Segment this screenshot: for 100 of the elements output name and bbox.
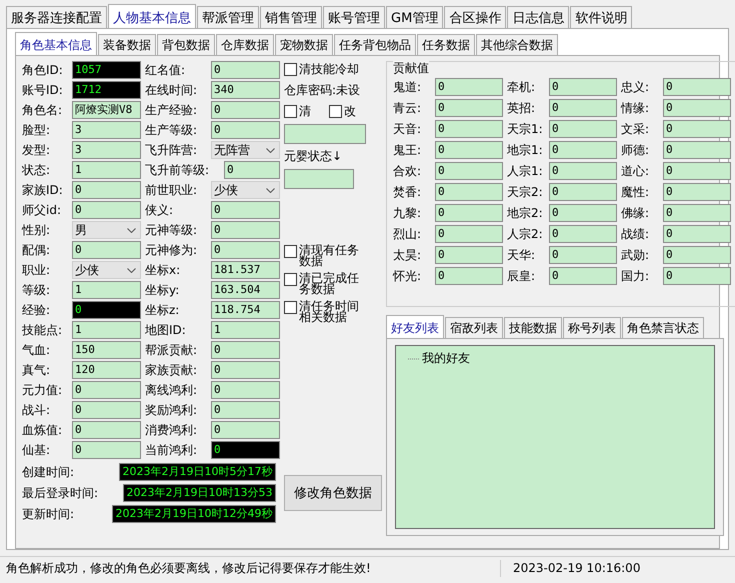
input-field[interactable]: 1 [72,281,141,299]
tab[interactable]: 合区操作 [444,6,506,28]
input-field[interactable]: 0 [72,441,141,459]
tab[interactable]: 宿敌列表 [445,317,503,338]
input-field[interactable]: 0 [72,241,141,259]
input-field[interactable]: 0 [72,401,141,419]
input-field[interactable]: 0 [549,183,617,201]
tab[interactable]: 称号列表 [563,317,621,338]
input-field[interactable]: 150 [72,341,141,359]
tab[interactable]: 帮派管理 [197,6,259,28]
tab[interactable]: 好友列表 [386,315,444,338]
input-field[interactable]: 0 [435,225,503,243]
input-field[interactable]: 0 [663,120,731,138]
checkbox[interactable] [284,301,297,314]
input-field[interactable]: 1057 [72,61,141,79]
input-field[interactable]: 0 [663,225,731,243]
input-field[interactable]: 0 [211,381,280,399]
input-field[interactable]: 1 [211,321,280,339]
input-field[interactable]: 0 [549,120,617,138]
input-field[interactable]: 0 [549,99,617,117]
dropdown[interactable]: 少侠 [211,181,280,199]
input-field[interactable]: 0 [224,161,280,179]
tab[interactable]: 软件说明 [570,6,632,28]
tab[interactable]: 日志信息 [507,6,570,28]
input-field[interactable]: 0 [211,221,280,239]
tab[interactable]: 其他综合数据 [476,34,558,55]
tab[interactable]: 销售管理 [260,6,322,28]
input-field[interactable]: 0 [549,204,617,222]
input-field[interactable]: 0 [211,421,280,439]
input-field[interactable]: 120 [72,361,141,379]
input-field[interactable]: 2023年2月19日10时12分49秒 [112,505,276,523]
input-field[interactable]: 0 [663,246,731,264]
input-field[interactable]: 0 [549,78,617,96]
tab[interactable]: 服务器连接配置 [6,6,107,28]
input-field[interactable]: 0 [435,141,503,159]
input-field[interactable]: 0 [663,204,731,222]
input-field[interactable]: 0 [435,78,503,96]
tab[interactable]: 仓库数据 [216,34,274,55]
checkbox[interactable] [284,63,297,76]
input-field[interactable]: 340 [211,81,280,99]
input-field[interactable]: 2023年2月19日10时5分17秒 [119,463,276,481]
input-field[interactable]: 0 [435,99,503,117]
input-field[interactable]: 阿燎实测V8 [72,101,141,119]
input-field[interactable]: 0 [549,225,617,243]
tab[interactable]: 宠物数据 [275,34,333,55]
tab[interactable]: 角色基本信息 [15,32,97,55]
input-field[interactable]: 0 [211,61,280,79]
input-field[interactable]: 0 [72,301,141,319]
input-field[interactable]: 0 [663,183,731,201]
input-field[interactable]: 0 [211,241,280,259]
input-field[interactable]: 3 [72,141,141,159]
tree-item[interactable]: 我的好友 [422,350,470,367]
checkbox[interactable] [284,273,297,286]
input-field[interactable]: 0 [211,201,280,219]
tab[interactable]: 任务背包物品 [334,34,416,55]
input-field[interactable]: 1 [72,161,141,179]
input-field[interactable]: 1712 [72,81,141,99]
input-field[interactable]: 0 [549,267,617,285]
modify-button[interactable]: 修改角色数据 [284,475,382,511]
input-field[interactable]: 0 [549,141,617,159]
input-field[interactable]: 0 [663,99,731,117]
input-field[interactable]: 0 [211,401,280,419]
input-field[interactable] [284,169,354,189]
input-field[interactable]: 0 [211,101,280,119]
input-field[interactable]: 0 [549,162,617,180]
input-field[interactable]: 0 [72,421,141,439]
input-field[interactable]: 0 [211,121,280,139]
dropdown[interactable]: 少侠 [72,261,141,279]
input-field[interactable]: 0 [435,162,503,180]
tab[interactable]: 角色禁言状态 [622,317,704,338]
input-field[interactable]: 118.754 [211,301,280,319]
input-field[interactable]: 0 [663,267,731,285]
input-field[interactable]: 0 [211,341,280,359]
checkbox[interactable] [329,105,342,118]
input-field[interactable]: 0 [72,381,141,399]
input-field[interactable]: 0 [435,183,503,201]
checkbox[interactable] [284,245,297,258]
input-field[interactable]: 0 [435,120,503,138]
input-field[interactable]: 0 [663,141,731,159]
input-field[interactable]: 2023年2月19日10时13分53 [123,484,276,502]
dropdown[interactable]: 男 [72,221,141,239]
input-field[interactable]: 0 [663,162,731,180]
input-field[interactable]: 0 [435,267,503,285]
input-field[interactable]: 181.537 [211,261,280,279]
tab[interactable]: 背包数据 [157,34,215,55]
tab[interactable]: 账号管理 [323,6,385,28]
input-field[interactable]: 0 [663,78,731,96]
input-field[interactable]: 0 [72,201,141,219]
input-field[interactable]: 0 [435,204,503,222]
tab[interactable]: 人物基本信息 [108,4,196,28]
tab[interactable]: 技能数据 [504,317,562,338]
input-field[interactable]: 0 [211,441,280,459]
dropdown[interactable]: 无阵营 [211,141,280,159]
input-field[interactable]: 0 [72,181,141,199]
tab[interactable]: 任务数据 [417,34,475,55]
input-field[interactable]: 0 [435,246,503,264]
input-field[interactable] [284,124,366,144]
input-field[interactable]: 163.504 [211,281,280,299]
input-field[interactable]: 0 [549,246,617,264]
tab[interactable]: GM管理 [386,6,444,28]
